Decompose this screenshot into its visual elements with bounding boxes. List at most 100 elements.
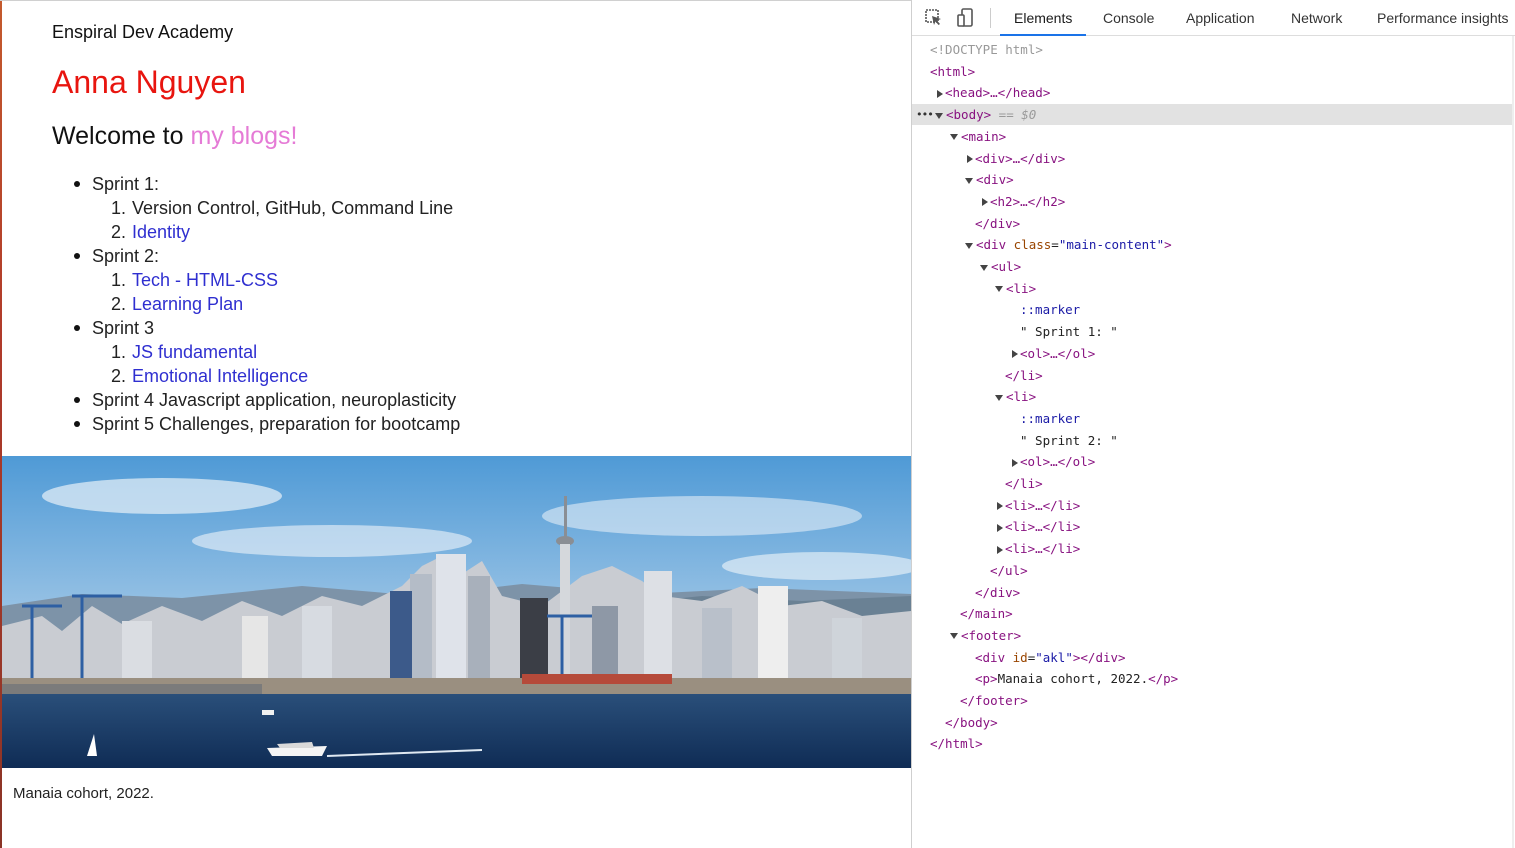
tag-text: </html>	[930, 736, 983, 752]
dom-node[interactable]: <ol>…</ol>	[912, 451, 1512, 472]
more-actions-icon[interactable]: •••	[916, 104, 934, 125]
tag-text: <ol>…</ol>	[1020, 454, 1096, 470]
collapsed-caret-icon[interactable]	[997, 545, 1003, 554]
collapsed-caret-icon[interactable]	[937, 89, 943, 98]
welcome-heading: Welcome to my blogs!	[52, 122, 297, 151]
collapsed-caret-icon[interactable]	[997, 502, 1003, 511]
dom-node[interactable]: <html>	[912, 61, 1512, 82]
tab-elements[interactable]: Elements	[999, 0, 1087, 36]
dom-node[interactable]: ::marker	[912, 408, 1512, 429]
tab-performance-insights[interactable]: Performance insights	[1377, 0, 1509, 35]
attribute-name: class	[1013, 237, 1052, 253]
attribute-value: "akl"	[1035, 649, 1073, 665]
text-node: " Sprint 2: "	[1020, 432, 1118, 448]
tag-text: </body>	[945, 714, 998, 730]
collapsed-caret-icon[interactable]	[1012, 350, 1018, 359]
dom-node[interactable]: <div>	[912, 169, 1512, 190]
attribute-name: id	[1012, 649, 1028, 665]
tag-text: <main>	[961, 128, 1007, 144]
sprint-label: Sprint 1:	[92, 174, 160, 194]
dom-node[interactable]: </li>	[912, 473, 1512, 494]
tag-name: div	[983, 237, 1007, 253]
collapsed-caret-icon[interactable]	[967, 155, 973, 163]
tag-bracket: <	[975, 649, 983, 665]
sprint-label: Sprint 3	[92, 318, 155, 338]
dom-node[interactable]: </li>	[912, 365, 1512, 386]
dom-node[interactable]: " Sprint 2: "	[912, 430, 1512, 451]
dom-node[interactable]: <li>…</li>	[912, 516, 1512, 537]
toolbar-separator	[990, 8, 991, 28]
tag-text: </footer>	[960, 693, 1028, 708]
dom-node[interactable]: <p>Manaia cohort, 2022.</p>	[912, 668, 1512, 689]
topic-link[interactable]: JS fundamental	[132, 342, 257, 362]
tag-text: <li>	[1006, 280, 1037, 296]
tag-text: </ul>	[990, 562, 1028, 578]
item-number: 1.	[110, 270, 126, 290]
dom-node[interactable]: ••• <body> == $0	[912, 104, 1512, 126]
dom-node[interactable]: </body>	[912, 712, 1512, 733]
inspect-icon[interactable]	[924, 8, 944, 28]
topic-link[interactable]: Learning Plan	[132, 294, 243, 314]
dom-tree-scrollbar[interactable]	[1512, 36, 1514, 848]
tag-text: </div>	[975, 215, 1021, 231]
dom-node[interactable]: <main>	[912, 126, 1512, 147]
dom-node[interactable]: <ol>…</ol>	[912, 343, 1512, 364]
marker-pseudo: ::marker	[1020, 302, 1081, 318]
collapsed-caret-icon[interactable]	[982, 198, 988, 207]
dom-node[interactable]: <li>…</li>	[912, 538, 1512, 559]
topic-link[interactable]: Identity	[132, 222, 190, 242]
dom-node[interactable]: </div>	[912, 213, 1512, 234]
expanded-caret-icon[interactable]	[935, 112, 943, 119]
dom-node[interactable]: <ul>	[912, 256, 1512, 277]
sprint-subitem: 2. Emotional Intelligence	[104, 364, 308, 388]
bullet-marker	[74, 421, 80, 427]
auckland-skyline-photo	[2, 456, 911, 768]
dom-node[interactable]: " Sprint 1: "	[912, 321, 1512, 342]
text-node: " Sprint 1: "	[1020, 324, 1118, 340]
dom-node[interactable]: <footer>	[912, 625, 1512, 646]
topic-link[interactable]: Tech - HTML-CSS	[132, 270, 278, 290]
tab-application[interactable]: Application	[1186, 0, 1255, 35]
expanded-caret-icon[interactable]	[965, 242, 973, 249]
tag-text: </div>	[975, 584, 1021, 600]
item-number: 2.	[110, 294, 126, 314]
dom-node[interactable]: </footer>	[912, 690, 1512, 711]
item-number: 1.	[110, 342, 126, 362]
expanded-caret-icon[interactable]	[995, 394, 1003, 401]
tab-network[interactable]: Network	[1291, 0, 1342, 35]
dom-node[interactable]: </ul>	[912, 560, 1512, 581]
sprint-label: Sprint 5 Challenges, preparation for boo…	[92, 414, 461, 434]
item-number: 1.	[110, 198, 126, 218]
topic-link[interactable]: Emotional Intelligence	[132, 366, 308, 386]
collapsed-caret-icon[interactable]	[1012, 458, 1018, 467]
dom-node[interactable]: <div>…</div>	[912, 148, 1512, 169]
text-node: Manaia cohort, 2022.	[997, 671, 1149, 687]
expanded-caret-icon[interactable]	[950, 633, 958, 640]
item-number: 2.	[110, 366, 126, 386]
expanded-caret-icon[interactable]	[980, 264, 988, 271]
dom-node[interactable]: </main>	[912, 603, 1512, 624]
dom-node[interactable]: <li>	[912, 278, 1512, 299]
dom-node[interactable]: <head>…</head>	[912, 82, 1512, 103]
dom-node[interactable]: </div>	[912, 582, 1512, 603]
dom-node[interactable]: ::marker	[912, 299, 1512, 320]
dom-node[interactable]: <div id="akl"></div>	[912, 647, 1512, 668]
dom-node[interactable]: <li>	[912, 386, 1512, 407]
expanded-caret-icon[interactable]	[965, 177, 973, 184]
attribute-value: "main-content"	[1058, 237, 1165, 253]
page-top-border	[0, 0, 911, 1]
tag-text: <h2>…</h2>	[990, 193, 1066, 209]
collapsed-caret-icon[interactable]	[997, 523, 1003, 532]
tag-name: div	[982, 649, 1006, 665]
expanded-caret-icon[interactable]	[995, 286, 1003, 293]
tab-console[interactable]: Console	[1103, 0, 1154, 35]
expanded-caret-icon[interactable]	[950, 134, 958, 141]
dom-node[interactable]: <li>…</li>	[912, 495, 1512, 516]
dom-node[interactable]: <div class="main-content">	[912, 234, 1512, 255]
dom-node[interactable]: <h2>…</h2>	[912, 191, 1512, 212]
device-toggle-icon[interactable]	[956, 8, 976, 28]
dom-node[interactable]: <!DOCTYPE html>	[912, 39, 1512, 60]
dom-node[interactable]: </html>	[912, 733, 1512, 754]
footer-caption: Manaia cohort, 2022.	[13, 785, 154, 802]
tag-text: <div>	[976, 172, 1014, 188]
